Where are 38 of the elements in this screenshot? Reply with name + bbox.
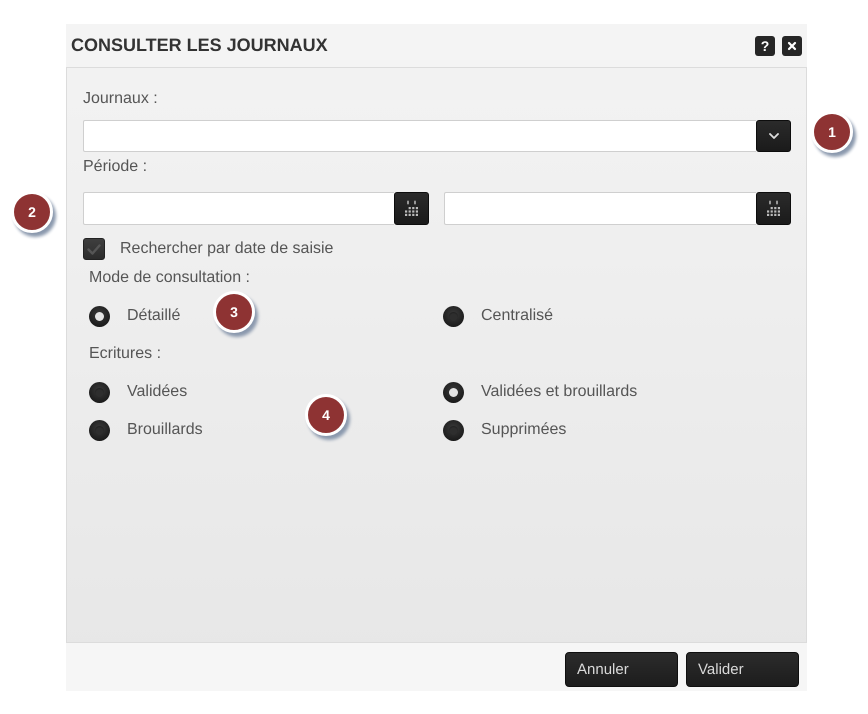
checkbox-label[interactable]: Rechercher par date de saisie: [120, 239, 334, 259]
radio-button[interactable]: [89, 382, 110, 402]
date-field[interactable]: [444, 192, 756, 225]
chevron-down-icon: [768, 133, 778, 139]
radio-label[interactable]: Validées et brouillards: [481, 382, 638, 402]
callout-marker: 1: [811, 111, 853, 153]
calendar-button[interactable]: [394, 192, 429, 225]
close-button[interactable]: [782, 36, 802, 56]
radio-button[interactable]: [443, 420, 464, 440]
section-label: Ecritures :: [89, 344, 162, 364]
radio-label[interactable]: Brouillards: [127, 420, 203, 440]
date-field[interactable]: [83, 192, 394, 225]
calendar-icon: [403, 200, 420, 217]
radio-button[interactable]: [89, 420, 110, 440]
journal-select-field[interactable]: [83, 120, 756, 152]
window-title: CONSULTER LES JOURNAUX: [71, 35, 328, 56]
radio-button[interactable]: [443, 382, 464, 402]
callout-marker: 3: [213, 291, 255, 333]
radio-button[interactable]: [89, 306, 110, 326]
radio-label[interactable]: Centralisé: [481, 306, 554, 326]
close-icon: [787, 40, 797, 50]
field-label: Période :: [83, 157, 148, 177]
dialog-button[interactable]: Annuler: [565, 652, 678, 687]
radio-label[interactable]: Détaillé: [127, 306, 180, 326]
help-button[interactable]: ?: [755, 36, 775, 56]
radio-label[interactable]: Validées: [127, 382, 188, 402]
dropdown-button[interactable]: [756, 120, 791, 152]
section-label: Mode de consultation :: [89, 268, 250, 288]
field-label: Journaux :: [83, 89, 158, 109]
calendar-button[interactable]: [756, 192, 791, 225]
callout-marker: 2: [11, 191, 53, 233]
radio-label[interactable]: Supprimées: [481, 420, 566, 440]
callout-marker: 4: [305, 394, 347, 436]
dialog-button[interactable]: Valider: [686, 652, 799, 687]
radio-button[interactable]: [443, 306, 464, 326]
check-icon: [87, 244, 101, 254]
checkbox[interactable]: [83, 238, 105, 260]
calendar-icon: [765, 200, 782, 217]
